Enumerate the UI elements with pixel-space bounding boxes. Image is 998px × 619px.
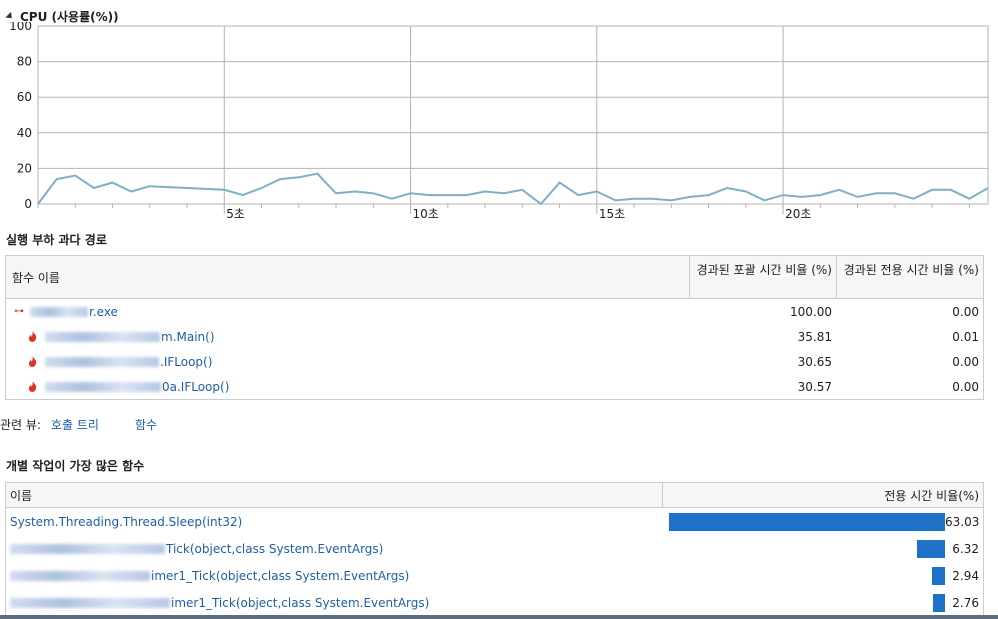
function-name[interactable]: Tick(object,class System.EventArgs)	[166, 542, 383, 556]
redacted-name	[45, 356, 159, 367]
y-tick-label: 100	[9, 22, 32, 33]
hot-path-row[interactable]: m.Main() 35.81 0.01	[6, 324, 983, 349]
function-name[interactable]: r.exe	[89, 305, 118, 319]
exclusive-pct-value: 2.76	[952, 595, 979, 610]
exclusive-pct-bar	[917, 539, 945, 558]
function-name[interactable]: m.Main()	[161, 330, 215, 344]
x-tick-label: 5초	[226, 207, 245, 221]
flame-icon	[28, 381, 37, 392]
related-views-label: 관련 뷰:	[0, 418, 41, 432]
function-name[interactable]: 0a.IFLoop()	[162, 380, 229, 394]
exclusive-pct-bar	[932, 566, 945, 585]
column-header-exclusive-pct[interactable]: 전용 시간 비율(%)	[662, 483, 983, 507]
column-header-name[interactable]: 이름	[6, 487, 662, 504]
redacted-name	[10, 570, 150, 581]
column-header-function-name[interactable]: 함수 이름	[6, 256, 689, 298]
hot-path-row[interactable]: .IFLoop() 30.65 0.00	[6, 349, 983, 374]
function-name[interactable]: imer1_Tick(object,class System.EventArgs…	[171, 596, 429, 610]
x-tick-label: 15초	[599, 207, 625, 221]
x-tick-label: 20초	[785, 207, 811, 221]
flame-icon	[28, 331, 37, 342]
y-tick-label: 80	[17, 55, 32, 69]
hot-path-row[interactable]: ⊶ r.exe 100.00 0.00	[6, 299, 983, 324]
y-tick-label: 60	[17, 90, 32, 104]
function-name[interactable]: imer1_Tick(object,class System.EventArgs…	[151, 569, 409, 583]
functions-header: 이름 전용 시간 비율(%)	[6, 483, 983, 508]
exclusive-pct-value: 6.32	[952, 541, 979, 556]
function-name[interactable]: .IFLoop()	[160, 355, 212, 369]
related-views: 관련 뷰: 호출 트리 함수	[0, 416, 193, 433]
exclusive-value: 0.01	[952, 329, 979, 344]
redacted-name	[30, 306, 88, 317]
exclusive-pct-bar	[932, 593, 945, 612]
redacted-name	[10, 543, 165, 554]
inclusive-value: 35.81	[797, 329, 832, 344]
x-tick-label: 10초	[413, 207, 439, 221]
column-header-exclusive[interactable]: 경과된 전용 시간 비율 (%)	[836, 256, 983, 298]
hot-path-expand-icon[interactable]: ⊶	[14, 306, 24, 317]
inclusive-value: 30.65	[797, 354, 832, 369]
redacted-name	[45, 331, 160, 342]
y-tick-label: 40	[17, 126, 32, 140]
link-functions[interactable]: 함수	[135, 416, 157, 433]
hot-path-title: 실행 부하 과다 경로	[6, 233, 107, 247]
exclusive-value: 0.00	[952, 304, 979, 319]
redacted-name	[10, 597, 170, 608]
hot-path-header: 함수 이름 경과된 포괄 시간 비율 (%) 경과된 전용 시간 비율 (%)	[6, 256, 983, 299]
y-tick-label: 20	[17, 161, 32, 175]
function-row[interactable]: imer1_Tick(object,class System.EventArgs…	[6, 589, 983, 616]
hot-path-row[interactable]: 0a.IFLoop() 30.57 0.00	[6, 374, 983, 399]
exclusive-pct-value: 63.03	[945, 514, 980, 529]
functions-table: 이름 전용 시간 비율(%) System.Threading.Thread.S…	[5, 482, 984, 616]
inclusive-value: 100.00	[790, 304, 832, 319]
cpu-usage-series-line	[37, 172, 989, 206]
inclusive-value: 30.57	[797, 379, 832, 394]
functions-title: 개별 작업이 가장 많은 함수	[6, 459, 145, 473]
redacted-name	[45, 381, 161, 392]
plot-frame	[37, 25, 989, 205]
function-row[interactable]: System.Threading.Thread.Sleep(int32) 63.…	[6, 508, 983, 535]
exclusive-pct-bar	[669, 512, 945, 531]
exclusive-pct-value: 2.94	[952, 568, 979, 583]
bottom-edge-strip	[0, 615, 998, 619]
exclusive-value: 0.00	[952, 379, 979, 394]
link-call-tree[interactable]: 호출 트리	[51, 416, 99, 433]
column-header-inclusive[interactable]: 경과된 포괄 시간 비율 (%)	[689, 256, 836, 298]
hot-path-table: 함수 이름 경과된 포괄 시간 비율 (%) 경과된 전용 시간 비율 (%) …	[5, 255, 984, 400]
flame-icon	[28, 356, 37, 367]
function-name[interactable]: System.Threading.Thread.Sleep(int32)	[6, 515, 662, 529]
cpu-usage-chart: 0 20 40 60 80 100 5초 10초 15초 20초	[9, 22, 989, 221]
exclusive-value: 0.00	[952, 354, 979, 369]
function-row[interactable]: imer1_Tick(object,class System.EventArgs…	[6, 562, 983, 589]
y-tick-label: 0	[24, 197, 32, 211]
collapse-triangle-icon[interactable]	[5, 11, 15, 22]
function-row[interactable]: Tick(object,class System.EventArgs) 6.32	[6, 535, 983, 562]
